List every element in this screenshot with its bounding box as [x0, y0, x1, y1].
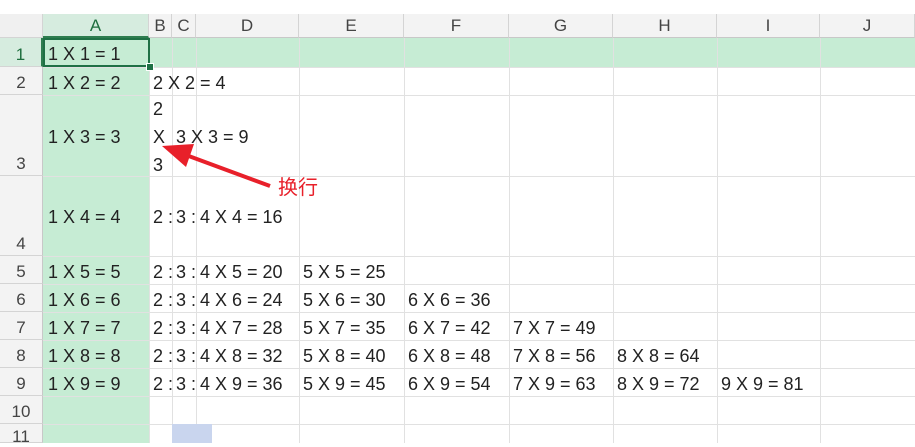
annotation-label: 换行	[278, 177, 318, 199]
annotation-arrow-icon	[162, 144, 271, 188]
drag-ghost	[172, 424, 212, 443]
spreadsheet: A B C D E F G H I J 1 2 3 4 5 6 7 8 9 10…	[0, 0, 915, 446]
